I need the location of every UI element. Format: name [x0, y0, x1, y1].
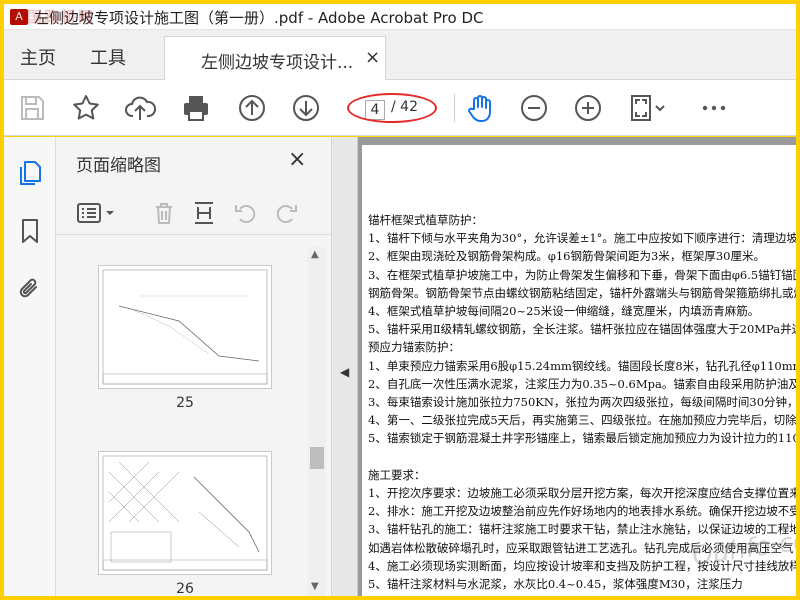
scroll-down-arrow-icon[interactable]: ▼ [311, 581, 319, 592]
thumbnail-scrollbar[interactable]: ▲ ▼ [308, 247, 326, 596]
zoom-in-icon[interactable] [572, 92, 604, 124]
document-text-line: 4、框架式植草护坡每间隔20~25米设一伸缩缝，缝宽厘米，内填沥青麻筋。 [368, 304, 760, 318]
thumbnail-label: 25 [176, 395, 194, 411]
rotate-left-icon[interactable] [232, 199, 260, 227]
panel-title: 页面缩略图 [76, 156, 161, 176]
tab-document-label: 左侧边坡专项设计... [201, 53, 354, 73]
collapse-panel-button[interactable]: ◀ [332, 137, 358, 596]
options-menu-icon[interactable] [76, 199, 118, 227]
document-text-line: 5、锚索锁定于钢筋混凝土井字形锚座上，锚索最后锁定施加预应力为设计拉力的110%… [368, 431, 796, 446]
pdf-page: 锚杆框架式植草防护： 1、锚杆下倾与水平夹角为30°，允许误差±1°。施工中应按… [362, 145, 796, 596]
delete-icon[interactable] [150, 199, 178, 227]
panel-toolbar [56, 191, 332, 235]
bookmark-icon[interactable] [16, 217, 44, 245]
navigation-rail [4, 137, 56, 596]
site-watermark: 中国路桥网 [10, 8, 96, 26]
document-text-line: 锚杆框架式植草防护： [368, 213, 483, 227]
document-text-line: 5、锚杆采用Ⅱ级精轧螺纹钢筋，全长注浆。锚杆张拉应在锚固体强度大于20MPa并达… [368, 322, 796, 337]
document-text-line: 2、框架由现浇砼及钢筋骨架构成。φ16钢筋骨架间距为3米，框架厚30厘米。 [368, 249, 765, 264]
document-text-line: 5、锚杆注浆材料与水泥浆，水灰比0.4~0.45，浆体强度M30，注浆压力 [368, 577, 743, 591]
document-text-line: 预应力锚索防护： [368, 340, 460, 355]
document-text-line: 3、在框架式植草护坡施工中，为防止骨架发生偏移和下垂，骨架下面由φ6.5锚钉锚固… [368, 267, 796, 282]
page-up-icon[interactable] [236, 92, 268, 124]
document-text-line: 2、排水：施工开挖及边坡整治前应先作好场地内的地表排水系统。确保开挖边坡不受雨水… [368, 504, 796, 519]
thumbnails-panel: 页面缩略图 × 25 26 ▲ ▼ [56, 137, 332, 596]
document-text-line: 施工要求： [368, 467, 426, 482]
document-text-line: 4、第一、二级张拉完成5天后，再实施第三、四级张拉。在施加预应力完毕后，切除外露 [368, 413, 796, 428]
window-title: 左侧边坡专项设计施工图（第一册）.pdf - Adobe Acrobat Pro… [34, 9, 484, 27]
page-thumbnails-icon[interactable] [16, 159, 44, 187]
scrollbar-thumb[interactable] [310, 447, 324, 469]
attachment-icon[interactable] [16, 275, 44, 303]
thumbnail-drawing [102, 455, 268, 571]
panel-close-button[interactable]: × [288, 147, 306, 172]
cloud-upload-icon[interactable] [124, 92, 156, 124]
document-text-line: 钢筋骨架。钢筋骨架节点由螺纹钢筋粘结固定，锚杆外露端头与钢筋骨架箍筋绑扎或焊 [368, 285, 796, 300]
tab-bar: 主页 工具 左侧边坡专项设计... × [4, 30, 796, 80]
save-icon[interactable] [16, 92, 48, 124]
tab-close-button[interactable]: × [365, 47, 380, 68]
collapse-arrow-icon: ◀ [340, 365, 350, 379]
document-text-line: 1、单束预应力锚索采用6股φ15.24mm钢绞线。锚固段长度8米，钻孔孔径φ11… [368, 358, 796, 373]
page-down-icon[interactable] [290, 92, 322, 124]
main-toolbar: 4 / 42 [4, 80, 796, 136]
print-icon[interactable] [180, 92, 212, 124]
scroll-up-arrow-icon[interactable]: ▲ [311, 249, 319, 260]
document-view[interactable]: ◀ 锚杆框架式植草防护： 1、锚杆下倾与水平夹角为30°，允许误差±1°。施工中… [332, 137, 796, 596]
thumbnail-page-26[interactable] [98, 451, 272, 575]
thumbnail-list: 25 26 [56, 237, 306, 596]
zoom-out-icon[interactable] [518, 92, 550, 124]
toolbar-divider [454, 94, 455, 122]
fit-page-icon[interactable] [628, 92, 668, 124]
star-icon[interactable] [70, 92, 102, 124]
document-text-line: 2、自孔底一次性压满水泥浆，注浆压力为0.35~0.6Mpa。锚索自由段采用防护… [368, 376, 796, 391]
tab-home[interactable]: 主页 [20, 44, 56, 70]
annotation-oval [347, 93, 437, 123]
thumbnail-drawing [102, 269, 268, 385]
document-text-line: 3、每束锚索设计施加张拉力750KN，张拉为两次四级张拉，每级间隔时间30分钟，… [368, 395, 796, 409]
tab-document[interactable]: 左侧边坡专项设计... × [164, 36, 386, 80]
more-icon[interactable] [698, 92, 730, 124]
title-bar: A 左侧边坡专项设计施工图（第一册）.pdf - Adobe Acrobat P… [4, 4, 796, 30]
tab-tools[interactable]: 工具 [90, 44, 126, 70]
document-text-line: 3、锚杆钻孔的施工：锚杆注浆施工时要求干钻，禁止注水施钻，以保证边坡的工程地质条… [368, 522, 796, 537]
document-text-line: 1、锚杆下倾与水平夹角为30°，允许误差±1°。施工中应按如下顺序进行：清理边坡… [368, 231, 796, 246]
page-navigator: 4 / 42 [347, 93, 437, 123]
extract-page-icon[interactable] [190, 199, 218, 227]
thumbnail-label: 26 [176, 581, 194, 596]
thumbnail-page-25[interactable] [98, 265, 272, 389]
document-text-line: 1、开挖次序要求：边坡施工必须采取分层开挖方案，每次开挖深度应结合支撑位置来确定… [368, 486, 796, 500]
hand-icon[interactable] [464, 92, 496, 124]
rotate-right-icon[interactable] [272, 199, 300, 227]
